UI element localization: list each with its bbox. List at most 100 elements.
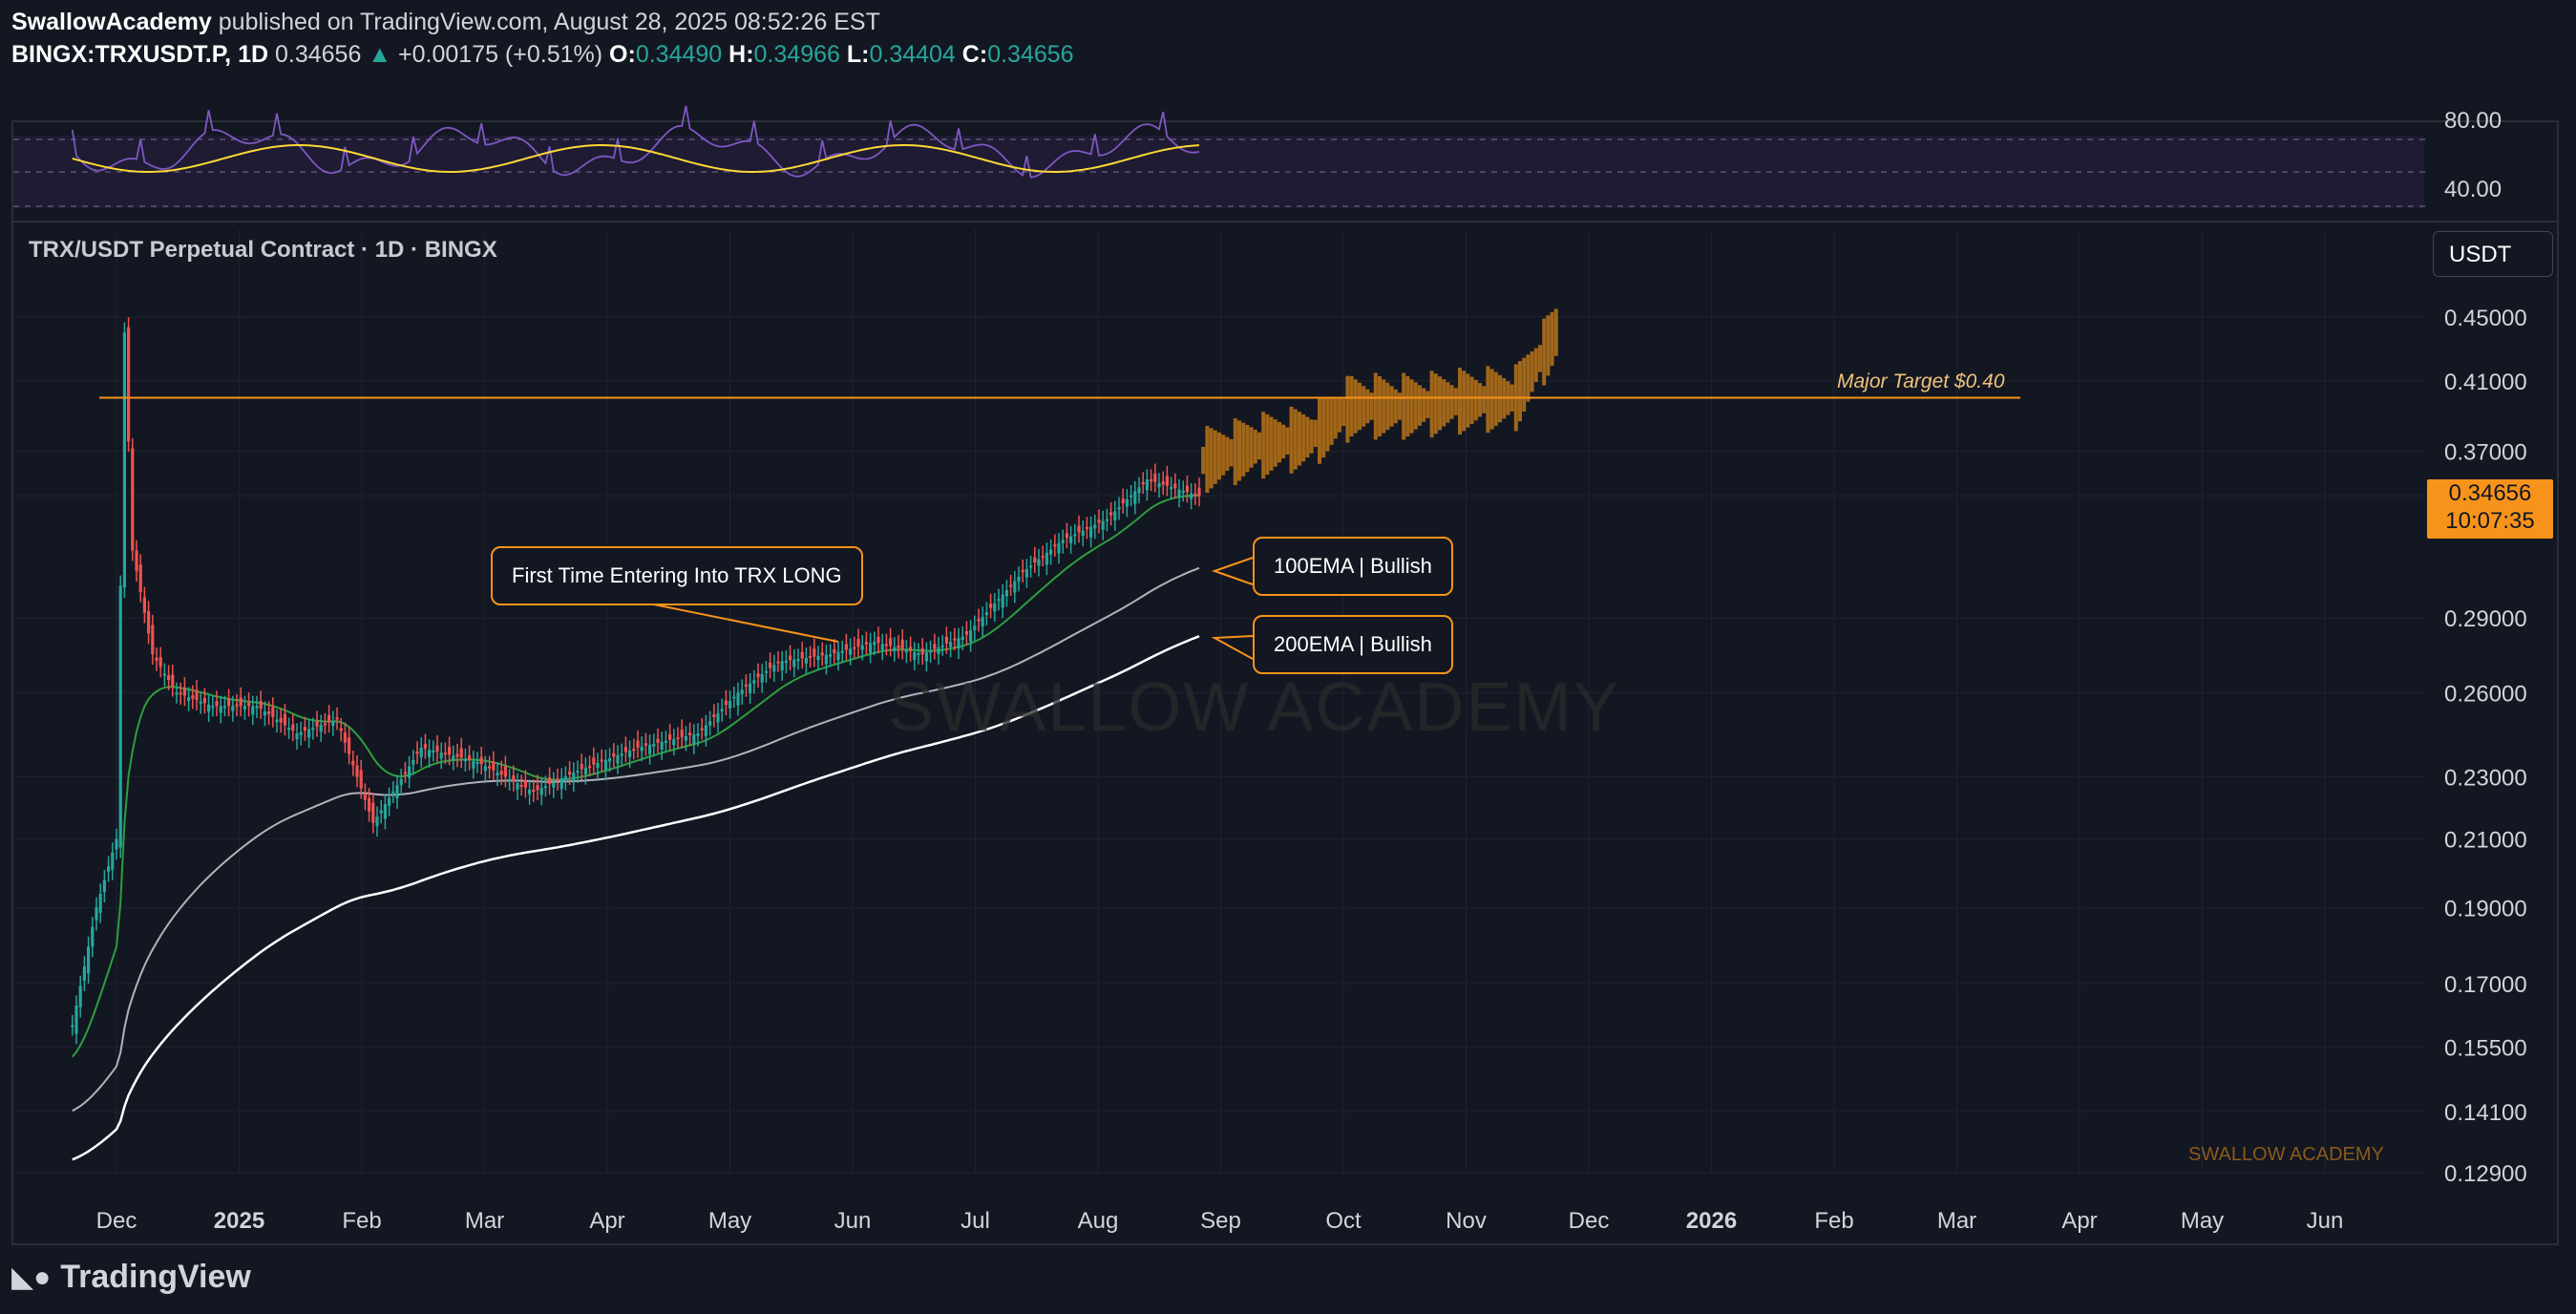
candle-body (1157, 483, 1161, 488)
projection-bar (1466, 373, 1470, 428)
projection-bar (1233, 418, 1237, 486)
projection-bar (1301, 413, 1306, 462)
candle-body (752, 680, 756, 684)
candle-body (813, 648, 816, 657)
candle-body (516, 783, 519, 790)
candle-body (348, 737, 351, 754)
x-tick-label: Apr (2061, 1208, 2097, 1234)
candle-body (1101, 520, 1105, 530)
ema100-line (72, 566, 1200, 1113)
candle-body (202, 698, 206, 704)
candle-body (503, 766, 507, 777)
projection-bar (1249, 427, 1254, 468)
projection-bar (1338, 398, 1341, 433)
projection-bar (1341, 398, 1346, 426)
candle-body (532, 789, 536, 793)
candle-body (127, 327, 131, 442)
projection-bar (1458, 368, 1462, 435)
candle-body (227, 699, 231, 707)
candle-body (222, 706, 226, 709)
projection-bar (1382, 379, 1386, 434)
tradingview-logo[interactable]: ◣● TradingView (11, 1259, 251, 1296)
candle-body (1113, 511, 1117, 520)
projection-bar (1373, 372, 1378, 440)
x-tick-label: Oct (1325, 1208, 1362, 1234)
price-tag-countdown: 10:07:35 (2445, 508, 2535, 534)
candle-body (415, 752, 419, 754)
candle-body (1081, 530, 1085, 537)
candle-body (636, 740, 640, 748)
x-tick-label: Sep (1200, 1208, 1241, 1234)
candle-body (989, 604, 993, 608)
projection-bar (1385, 382, 1390, 431)
entry-callout[interactable]: First Time Entering Into TRX LONG (491, 546, 863, 605)
x-tick-label: Jun (834, 1208, 872, 1234)
candle-body (199, 701, 202, 704)
candle-body (953, 638, 957, 641)
candle-body (1173, 483, 1177, 489)
candle-body (804, 657, 808, 664)
candle-body (275, 719, 279, 723)
x-tick-label: Mar (1937, 1208, 1976, 1234)
candle-body (239, 697, 243, 707)
candle-body (1150, 479, 1153, 482)
projection-bar (1201, 446, 1206, 475)
candle-body (492, 761, 496, 771)
candle-body (443, 752, 447, 755)
x-tick-label: Nov (1446, 1208, 1487, 1234)
candle-body (142, 597, 146, 613)
projection-bar (1442, 379, 1446, 427)
candle-body (652, 743, 656, 747)
projection-bar (1241, 422, 1246, 477)
candle-body (829, 654, 833, 657)
candle-body (215, 700, 219, 707)
candle-body (924, 652, 928, 662)
ema200-callout[interactable]: 200EMA | Bullish (1253, 615, 1453, 674)
candle-body (87, 946, 91, 974)
candle-body (860, 645, 864, 650)
candle-body (749, 683, 752, 694)
currency-selector[interactable]: USDT (2433, 231, 2553, 277)
candle-body (359, 770, 363, 789)
candle-body (556, 778, 560, 781)
candle-body (588, 766, 592, 769)
projection-bar (1518, 361, 1522, 422)
candle-body (937, 646, 940, 654)
projection-bar (1542, 318, 1547, 386)
candle-body (816, 655, 820, 661)
candle-body (708, 721, 712, 726)
candle-body (548, 777, 552, 785)
candle-body (1085, 526, 1088, 529)
candle-body (917, 653, 920, 656)
candle-body (933, 644, 937, 649)
candle-body (1065, 533, 1068, 539)
y-tick-label: 0.12900 (2444, 1161, 2527, 1187)
projection-bar (1217, 432, 1221, 480)
candle-body (383, 803, 387, 819)
ema100-callout[interactable]: 100EMA | Bullish (1253, 537, 1453, 596)
candle-body (563, 776, 567, 780)
candle-body (115, 838, 118, 850)
candle-body (644, 743, 647, 746)
candle-body (969, 629, 973, 642)
candle-body (929, 650, 933, 653)
candle-body (118, 585, 122, 848)
x-tick-label: Feb (1814, 1208, 1853, 1234)
projection-bar (1449, 385, 1454, 419)
y-tick-label: 0.21000 (2444, 828, 2527, 854)
projection-bar (1469, 376, 1474, 424)
projection-bar (1538, 345, 1542, 372)
x-tick-label: Apr (589, 1208, 624, 1234)
projection-bar (1409, 379, 1414, 434)
candle-body (853, 646, 856, 649)
candle-body (399, 778, 403, 786)
candle-body (840, 650, 844, 653)
candle-body (1045, 552, 1048, 565)
candle-body (760, 673, 764, 683)
candle-body (508, 778, 512, 781)
candle-body (961, 636, 964, 641)
candle-body (623, 747, 627, 752)
candle-body (1125, 498, 1129, 507)
candle-body (479, 756, 483, 765)
candle-body (412, 759, 415, 765)
